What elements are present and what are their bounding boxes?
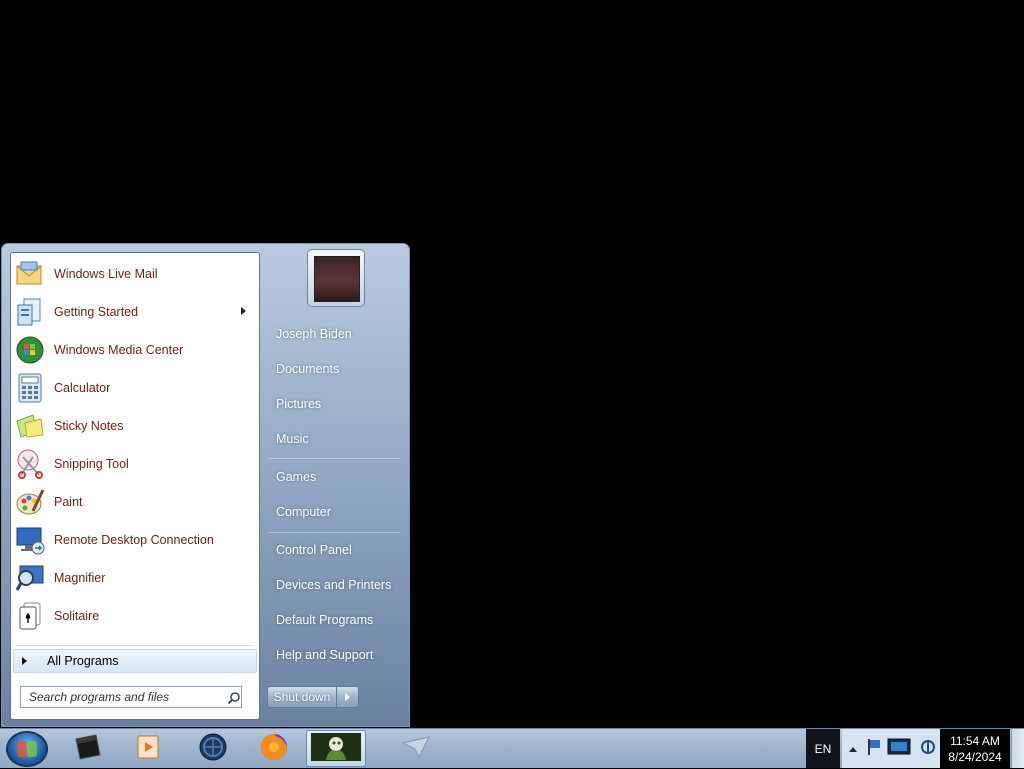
taskbar-pin-placeholder[interactable] <box>386 730 446 767</box>
program-getting-started[interactable]: Getting Started <box>14 294 254 330</box>
submenu-arrow-icon[interactable] <box>241 307 246 315</box>
chevron-up-icon[interactable] <box>848 739 858 758</box>
start-button[interactable] <box>6 731 48 767</box>
scissors-icon <box>14 448 46 480</box>
place-games[interactable]: Games <box>264 462 404 492</box>
all-programs-button[interactable]: All Programs <box>13 649 257 673</box>
program-label: Sticky Notes <box>54 419 124 433</box>
picture-thumbnail-icon <box>310 732 362 766</box>
program-windows-live-mail[interactable]: Windows Live Mail <box>14 256 254 292</box>
place-documents[interactable]: Documents <box>264 354 404 384</box>
remote-desktop-icon <box>14 524 46 556</box>
program-label: Getting Started <box>54 305 139 319</box>
clock[interactable]: 11:54 AM 8/24/2024 <box>940 729 1010 768</box>
playing-card-icon <box>14 600 46 632</box>
program-sticky-notes[interactable]: Sticky Notes <box>14 408 254 444</box>
program-solitaire[interactable]: Solitaire <box>14 598 254 634</box>
black-window-icon <box>72 733 104 765</box>
taskbar-app-media-player[interactable] <box>118 730 178 767</box>
magnifier-icon <box>14 562 46 594</box>
user-avatar-image <box>314 256 360 302</box>
program-windows-media-center[interactable]: Windows Media Center <box>14 332 254 368</box>
place-control-panel[interactable]: Control Panel <box>264 535 404 565</box>
taskbar-app-firefox[interactable] <box>244 730 304 767</box>
program-label: Snipping Tool <box>54 457 129 471</box>
program-remote-desktop-connection[interactable]: Remote Desktop Connection <box>14 522 254 558</box>
user-picture[interactable] <box>307 249 365 307</box>
firefox-icon <box>259 732 289 766</box>
program-label: Paint <box>54 495 83 509</box>
program-magnifier[interactable]: Magnifier <box>14 560 254 596</box>
place-music[interactable]: Music <box>264 424 404 454</box>
place-computer[interactable]: Computer <box>264 497 404 527</box>
place-devices-and-printers[interactable]: Devices and Printers <box>264 570 404 600</box>
program-snipping-tool[interactable]: Snipping Tool <box>14 446 254 482</box>
program-label: Calculator <box>54 381 111 395</box>
place-help-and-support[interactable]: Help and Support <box>264 640 404 670</box>
divider <box>268 458 400 459</box>
program-calculator[interactable]: Calculator <box>14 370 254 406</box>
taskbar-app-image-viewer[interactable] <box>306 730 366 767</box>
all-programs-label: All Programs <box>47 654 119 668</box>
program-paint[interactable]: Paint <box>14 484 254 520</box>
globe-icon <box>198 732 228 766</box>
shutdown-button[interactable]: Shut down <box>267 686 337 708</box>
chevron-right-icon <box>22 657 27 665</box>
divider <box>268 532 400 533</box>
taskbar: EN 11:54 AM 8/24/2024 <box>0 728 1024 768</box>
system-tray: EN 11:54 AM 8/24/2024 <box>806 729 1024 769</box>
program-label: Windows Live Mail <box>54 267 158 281</box>
paper-plane-icon <box>401 735 431 763</box>
volume-icon[interactable] <box>920 739 936 759</box>
chevron-right-icon <box>345 693 350 701</box>
taskbar-app-black-window[interactable] <box>58 730 118 767</box>
show-desktop-button[interactable] <box>1011 729 1024 768</box>
media-center-icon <box>14 334 46 366</box>
sticky-notes-icon <box>14 410 46 442</box>
program-label: Magnifier <box>54 571 106 585</box>
program-label: Remote Desktop Connection <box>54 533 214 547</box>
media-player-icon <box>134 733 162 765</box>
shutdown-options-button[interactable] <box>337 686 359 708</box>
clock-time: 11:54 AM <box>950 733 1000 748</box>
clock-date: 8/24/2024 <box>948 749 1002 764</box>
network-icon[interactable] <box>886 736 914 762</box>
shutdown-group: Shut down <box>267 686 359 708</box>
search-input[interactable] <box>27 687 225 707</box>
program-label: Windows Media Center <box>54 343 184 357</box>
place-default-programs[interactable]: Default Programs <box>264 605 404 635</box>
divider <box>16 645 254 646</box>
place-pictures[interactable]: Pictures <box>264 389 404 419</box>
place-user-folder[interactable]: Joseph Biden <box>264 319 404 349</box>
mail-icon <box>14 258 46 290</box>
program-label: Solitaire <box>54 609 100 623</box>
pinned-programs-pane: Windows Live Mail Getting Started Window… <box>10 252 260 720</box>
taskbar-app-globe[interactable] <box>183 730 243 767</box>
flag-icon[interactable] <box>866 738 882 760</box>
language-indicator[interactable]: EN <box>806 729 840 768</box>
windows-logo-icon <box>17 741 37 757</box>
search-icon[interactable] <box>227 690 241 705</box>
getting-started-icon <box>14 296 46 328</box>
tray-icons <box>842 729 940 768</box>
calculator-icon <box>14 372 46 404</box>
paint-palette-icon <box>14 486 46 518</box>
search-box[interactable] <box>20 686 242 708</box>
